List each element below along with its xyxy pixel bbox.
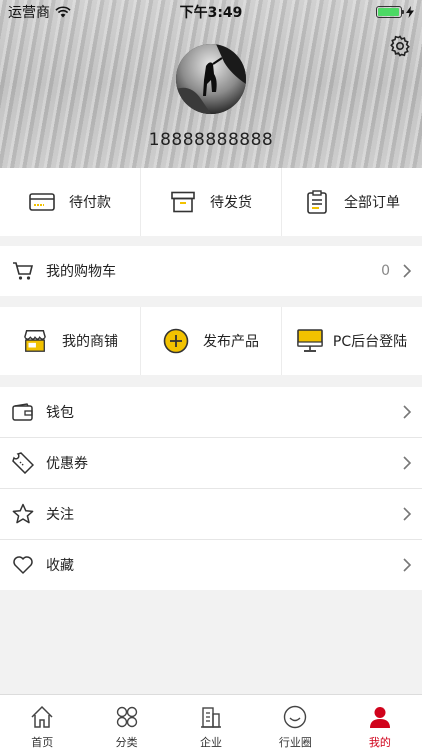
- pending-payment-button[interactable]: 待付款: [0, 168, 141, 236]
- orders-label: 全部订单: [344, 195, 400, 211]
- menu-label: 收藏: [46, 558, 74, 574]
- chevron-right-icon: [403, 456, 412, 470]
- battery-icon: [376, 6, 404, 18]
- menu-label: 关注: [46, 507, 74, 523]
- chevron-right-icon: [403, 264, 412, 278]
- clipboard-icon: [304, 189, 330, 215]
- pending-shipment-button[interactable]: 待发货: [141, 168, 282, 236]
- orders-label: 待付款: [69, 195, 111, 211]
- heart-icon: [12, 554, 34, 576]
- tab-home[interactable]: 首页: [0, 695, 84, 750]
- cart-icon: [12, 260, 34, 282]
- orders-label: 待发货: [210, 195, 252, 211]
- box-icon: [170, 189, 196, 215]
- cart-row[interactable]: 我的购物车 0: [0, 246, 422, 296]
- tab-mine[interactable]: 我的: [338, 695, 422, 750]
- cart-label: 我的购物车: [46, 264, 116, 280]
- star-icon: [12, 503, 34, 525]
- tab-label: 分类: [115, 736, 138, 749]
- chevron-right-icon: [403, 405, 412, 419]
- smile-icon: [282, 704, 308, 730]
- monitor-icon: [297, 328, 323, 354]
- carrier-label: 运营商: [8, 5, 50, 21]
- tab-label: 企业: [200, 736, 223, 749]
- home-icon: [29, 704, 55, 730]
- favorites-row[interactable]: 收藏: [0, 540, 422, 590]
- tab-label: 首页: [31, 736, 54, 749]
- building-icon: [198, 704, 224, 730]
- shop-label: 我的商铺: [62, 334, 118, 350]
- tab-industry-circle[interactable]: 行业圈: [253, 695, 337, 750]
- tab-label: 行业圈: [278, 736, 312, 749]
- wallet-row[interactable]: 钱包: [0, 387, 422, 437]
- card-icon: [29, 189, 55, 215]
- chevron-right-icon: [403, 558, 412, 572]
- shop-icon: [22, 328, 48, 354]
- charging-icon: [406, 6, 414, 18]
- category-icon: [114, 704, 140, 730]
- shop-label: PC后台登陆: [332, 334, 408, 350]
- status-bar: 运营商 下午3:49: [0, 0, 422, 24]
- follow-row[interactable]: 关注: [0, 489, 422, 539]
- my-shop-button[interactable]: 我的商铺: [0, 307, 141, 375]
- phone-number: 18888888888: [148, 130, 274, 150]
- pc-admin-login-button[interactable]: PC后台登陆: [282, 307, 422, 375]
- plus-circle-icon: [163, 328, 189, 354]
- wallet-icon: [12, 401, 34, 423]
- coupon-icon: [12, 452, 34, 474]
- gear-icon: [390, 35, 410, 57]
- shop-label: 发布产品: [203, 334, 259, 350]
- tab-bar: 首页 分类 企业 行业圈 我的: [0, 694, 422, 750]
- publish-product-button[interactable]: 发布产品: [141, 307, 282, 375]
- tab-category[interactable]: 分类: [84, 695, 168, 750]
- orders-row: 待付款 待发货 全部订单: [0, 168, 422, 236]
- avatar-image: [176, 44, 246, 114]
- cart-count: 0: [381, 263, 390, 279]
- profile-header: 18888888888: [0, 0, 422, 168]
- avatar[interactable]: [176, 44, 246, 114]
- menu-label: 优惠券: [46, 456, 88, 472]
- tab-enterprise[interactable]: 企业: [169, 695, 253, 750]
- settings-button[interactable]: [388, 34, 412, 58]
- wifi-icon: [55, 6, 71, 18]
- coupon-row[interactable]: 优惠券: [0, 438, 422, 488]
- menu-label: 钱包: [46, 405, 74, 421]
- tab-label: 我的: [368, 736, 391, 749]
- all-orders-button[interactable]: 全部订单: [282, 168, 422, 236]
- person-icon: [367, 704, 393, 730]
- chevron-right-icon: [403, 507, 412, 521]
- shop-row: 我的商铺 发布产品 PC后台登陆: [0, 307, 422, 375]
